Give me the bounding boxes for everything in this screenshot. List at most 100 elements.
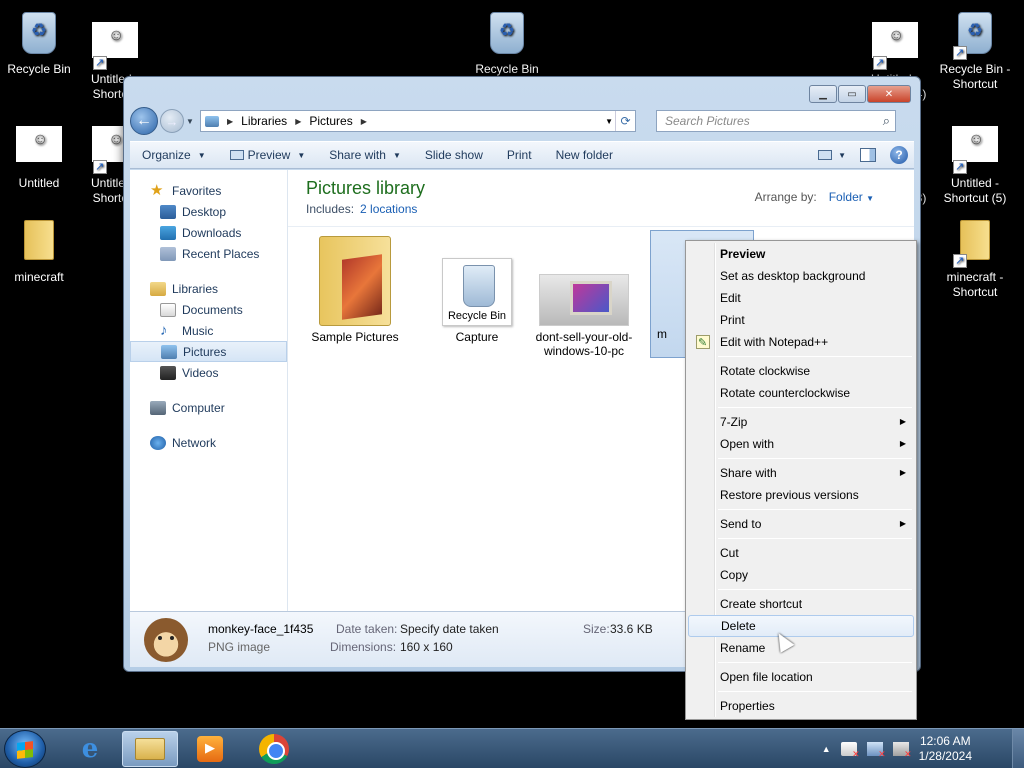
preview-button[interactable]: Preview ▼	[218, 148, 318, 162]
menu-label: Open with	[720, 437, 775, 451]
print-button[interactable]: Print	[495, 148, 544, 162]
nav-item-pictures[interactable]: Pictures	[130, 341, 287, 362]
clock-date: 1/28/2024	[918, 749, 972, 763]
menu-item-properties[interactable]: Properties	[688, 695, 914, 717]
breadcrumb-pictures[interactable]: Pictures	[309, 114, 352, 128]
menu-item-cut[interactable]: Cut	[688, 542, 914, 564]
breadcrumb-libraries[interactable]: Libraries	[241, 114, 287, 128]
desktop-icon-untitled[interactable]: Untitled	[0, 120, 78, 191]
chevron-down-icon[interactable]: ▼	[838, 151, 846, 160]
address-bar[interactable]: ▶ Libraries ▶ Pictures ▶ ▼ ⟳	[200, 110, 636, 132]
organize-button[interactable]: Organize ▼	[130, 148, 218, 162]
clock[interactable]: 12:06 AM 1/28/2024	[919, 734, 972, 764]
maximize-button[interactable]: ▭	[838, 85, 866, 103]
taskbar-chrome[interactable]	[246, 731, 302, 767]
menu-item-open-file-location[interactable]: Open file location	[688, 666, 914, 688]
address-row: ← → ▼ ▶ Libraries ▶ Pictures ▶ ▼ ⟳ Searc…	[130, 107, 914, 135]
breadcrumb-separator-icon[interactable]: ▶	[361, 117, 367, 126]
taskbar-media-player[interactable]	[182, 731, 238, 767]
nav-item-libraries[interactable]: Libraries	[130, 278, 287, 299]
preview-pane-icon[interactable]	[860, 148, 876, 162]
chevron-down-icon[interactable]: ▼	[866, 194, 874, 203]
change-view-icon[interactable]	[818, 150, 833, 160]
address-dropdown-icon[interactable]: ▼	[605, 117, 613, 126]
menu-item-copy[interactable]: Copy	[688, 564, 914, 586]
menu-item-rename[interactable]: Rename	[688, 637, 914, 659]
nav-item-desktop[interactable]: Desktop	[130, 201, 287, 222]
search-icon[interactable]: ⌕	[883, 113, 890, 129]
close-button[interactable]: ✕	[867, 85, 911, 103]
nav-item-recent-places[interactable]: Recent Places	[130, 243, 287, 264]
navigation-pane: ★ Favorites Desktop Downloads Recent Plac…	[130, 170, 288, 611]
nav-label: Desktop	[182, 204, 227, 219]
breadcrumb-separator-icon[interactable]: ▶	[295, 117, 301, 126]
menu-item-open-with[interactable]: Open with ▶	[688, 433, 914, 455]
nav-item-videos[interactable]: Videos	[130, 362, 287, 383]
nav-item-favorites[interactable]: ★ Favorites	[130, 180, 287, 201]
image-shortcut-icon	[871, 22, 919, 71]
new-folder-button[interactable]: New folder	[544, 148, 625, 162]
menu-item-send-to[interactable]: Send to ▶	[688, 513, 914, 535]
command-bar: Organize ▼ Preview ▼ Share with ▼ Slide sho…	[130, 141, 914, 169]
submenu-arrow-icon: ▶	[899, 519, 906, 528]
help-icon[interactable]: ?	[890, 146, 908, 164]
menu-item-create-shortcut[interactable]: Create shortcut	[688, 593, 914, 615]
file-item-sample-pictures[interactable]: Sample Pictures	[300, 234, 410, 344]
recent-pages-dropdown[interactable]: ▼	[186, 117, 196, 126]
nav-label: Favorites	[172, 183, 222, 198]
nav-item-music[interactable]: ♪ Music	[130, 320, 287, 341]
nav-item-documents[interactable]: Documents	[130, 299, 287, 320]
menu-item-print[interactable]: Print	[688, 309, 914, 331]
show-desktop-button[interactable]	[1012, 729, 1024, 768]
arrange-by-dropdown[interactable]: Folder	[829, 190, 863, 204]
menu-item-delete[interactable]: Delete	[688, 615, 914, 637]
menu-label: Rename	[720, 641, 766, 655]
share-with-button[interactable]: Share with ▼	[317, 148, 413, 162]
dimensions-label: Dimensions:	[330, 640, 397, 654]
desktop-icon-minecraft-shortcut[interactable]: minecraft - Shortcut	[936, 216, 1014, 300]
file-item-capture[interactable]: Recycle Bin Capture	[422, 234, 532, 344]
desktop-icon-untitled-shortcut-5[interactable]: Untitled - Shortcut (5)	[936, 120, 1014, 206]
desktop-icon-minecraft[interactable]: minecraft	[0, 216, 78, 285]
chrome-icon	[259, 734, 289, 764]
minimize-button[interactable]: ▁	[809, 85, 837, 103]
menu-item-restore-previous-versions[interactable]: Restore previous versions	[688, 484, 914, 506]
details-file-type: PNG image	[208, 640, 271, 654]
menu-separator	[718, 407, 912, 408]
menu-item-share-with[interactable]: Share with ▶	[688, 462, 914, 484]
menu-item-preview[interactable]: Preview	[688, 243, 914, 265]
menu-item-7zip[interactable]: 7-Zip ▶	[688, 411, 914, 433]
nav-item-network[interactable]: Network	[130, 432, 287, 453]
forward-button[interactable]: →	[160, 109, 184, 133]
network-status-icon[interactable]	[866, 742, 886, 760]
volume-icon[interactable]	[892, 742, 912, 760]
menu-item-set-desktop-background[interactable]: Set as desktop background	[688, 265, 914, 287]
menu-item-rotate-counterclockwise[interactable]: Rotate counterclockwise	[688, 382, 914, 404]
date-taken-value[interactable]: Specify date taken	[400, 622, 499, 636]
menu-separator	[718, 662, 912, 663]
breadcrumb-separator-icon[interactable]: ▶	[227, 117, 233, 126]
desktop-icon-recycle-bin-shortcut[interactable]: Recycle Bin - Shortcut	[936, 8, 1014, 92]
nav-label: Recent Places	[182, 246, 260, 261]
taskbar-internet-explorer[interactable]: e	[62, 731, 118, 767]
show-hidden-icons-icon[interactable]: ▲	[822, 744, 831, 754]
menu-item-edit[interactable]: Edit	[688, 287, 914, 309]
file-item-dont-sell-pc[interactable]: dont-sell-your-old-windows-10-pc	[532, 234, 636, 358]
start-button[interactable]	[4, 730, 46, 768]
nav-item-computer[interactable]: Computer	[130, 397, 287, 418]
locations-link[interactable]: 2 locations	[360, 202, 417, 216]
action-center-icon[interactable]	[840, 742, 860, 760]
slide-show-button[interactable]: Slide show	[413, 148, 495, 162]
view-controls: ▼ ?	[818, 146, 908, 164]
taskbar-windows-explorer[interactable]	[122, 731, 178, 767]
desktop-icon-recycle-bin[interactable]: Recycle Bin	[0, 8, 78, 77]
nav-group-computer: Computer	[130, 397, 287, 418]
menu-item-rotate-clockwise[interactable]: Rotate clockwise	[688, 360, 914, 382]
desktop-icon-label: Recycle Bin	[475, 62, 539, 76]
desktop-icon-recycle-bin-2[interactable]: Recycle Bin	[468, 8, 546, 77]
menu-item-edit-with-notepad[interactable]: Edit with Notepad++	[688, 331, 914, 354]
back-button[interactable]: ←	[130, 107, 158, 135]
nav-item-downloads[interactable]: Downloads	[130, 222, 287, 243]
refresh-icon[interactable]: ⟳	[615, 111, 635, 131]
search-input[interactable]: Search Pictures ⌕	[656, 110, 896, 132]
